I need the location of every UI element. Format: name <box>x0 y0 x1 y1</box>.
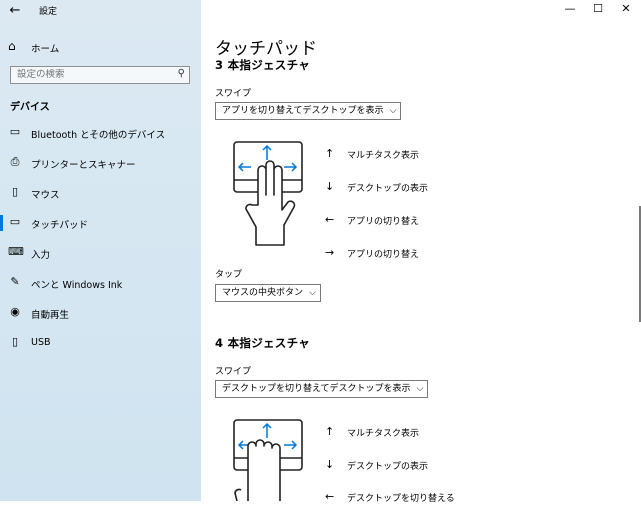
gesture-label: デスクトップを切り替える <box>347 494 455 504</box>
sidebar-item-label: 入力 <box>31 250 51 261</box>
keyboard-icon: ⌨ <box>8 245 24 258</box>
gesture-label: アプリの切り替え <box>347 217 420 227</box>
arrow-left-icon: ← <box>325 490 335 503</box>
main-content: タッチパッド 3 本指ジェスチャ スワイプ アプリを切り替えてデスクトップを表示… <box>201 0 641 504</box>
sidebar-item-label: ペンと Windows Ink <box>31 280 123 291</box>
gesture-label: デスクトップの表示 <box>347 184 429 194</box>
four-finger-gesture-illustration <box>233 419 303 501</box>
mouse-icon: ▯ <box>11 185 19 198</box>
sidebar-item-touchpad[interactable]: ▭ タッチパッド <box>0 212 201 234</box>
sidebar-item-bluetooth[interactable]: ▭ Bluetooth とその他のデバイス <box>0 122 201 144</box>
sidebar-item-printers[interactable]: ⎙ プリンターとスキャナー <box>0 152 201 174</box>
app-title: 設定 <box>39 7 58 17</box>
three-finger-swipe-dropdown[interactable]: アプリを切り替えてデスクトップを表示 ⌵ <box>215 102 402 120</box>
gesture-label: マルチタスク表示 <box>347 429 420 439</box>
three-finger-swipe-label: スワイプ <box>215 89 252 99</box>
sidebar-item-label: マウス <box>31 190 60 201</box>
sidebar-item-mouse[interactable]: ▯ マウス <box>0 182 201 204</box>
printer-icon: ⎙ <box>10 155 20 168</box>
search-icon[interactable]: ⚲ <box>178 68 185 79</box>
sidebar-item-label: タッチパッド <box>31 220 89 231</box>
chevron-down-icon: ⌵ <box>416 384 424 394</box>
arrow-up-icon: ↑ <box>325 147 335 160</box>
arrow-down-icon: ↓ <box>325 458 335 471</box>
three-finger-tap-label: タップ <box>215 270 243 280</box>
chevron-down-icon: ⌵ <box>389 106 397 116</box>
back-arrow-icon: ← <box>9 3 21 18</box>
sidebar-item-label: Bluetooth とその他のデバイス <box>31 130 166 141</box>
sidebar-item-usb[interactable]: ▯ USB <box>0 332 201 354</box>
sidebar-item-home[interactable]: ⌂ ホーム <box>0 36 201 58</box>
arrow-right-icon: → <box>325 246 335 259</box>
gesture-label: アプリの切り替え <box>347 250 420 260</box>
four-finger-swipe-dropdown[interactable]: デスクトップを切り替えてデスクトップを表示 ⌵ <box>215 380 429 398</box>
arrow-up-icon: ↑ <box>325 425 335 438</box>
sidebar-item-pen[interactable]: ✎ ペンと Windows Ink <box>0 272 201 294</box>
usb-icon: ▯ <box>11 335 19 348</box>
sidebar-item-label: プリンターとスキャナー <box>31 160 136 171</box>
page-title: タッチパッド <box>215 39 317 59</box>
four-finger-swipe-label: スワイプ <box>215 367 252 377</box>
dropdown-value: デスクトップを切り替えてデスクトップを表示 <box>222 384 411 394</box>
three-finger-gesture-illustration <box>233 141 303 246</box>
arrow-down-icon: ↓ <box>325 180 335 193</box>
sidebar-item-label: 自動再生 <box>31 310 70 321</box>
sidebar-item-autoplay[interactable]: ◉ 自動再生 <box>0 302 201 324</box>
sidebar-item-label: ホーム <box>31 44 60 55</box>
arrow-left-icon: ← <box>325 213 335 226</box>
dropdown-value: アプリを切り替えてデスクトップを表示 <box>222 106 384 116</box>
sidebar: ← 設定 ⌂ ホーム ⚲ デバイス ▭ Bluetooth とその他のデバイス … <box>0 0 201 501</box>
sidebar-item-label: USB <box>31 337 51 348</box>
three-finger-tap-dropdown[interactable]: マウスの中央ボタン ⌵ <box>215 284 321 302</box>
home-icon: ⌂ <box>8 39 16 53</box>
gesture-label: デスクトップの表示 <box>347 462 429 472</box>
three-finger-heading: 3 本指ジェスチャ <box>215 58 311 72</box>
autoplay-icon: ◉ <box>10 305 20 318</box>
chevron-down-icon: ⌵ <box>309 288 316 298</box>
search-box[interactable]: ⚲ <box>10 66 190 84</box>
title-bar-left: ← 設定 <box>0 0 201 22</box>
bluetooth-icon: ▭ <box>9 125 21 138</box>
pen-icon: ✎ <box>10 275 20 288</box>
gesture-label: マルチタスク表示 <box>347 151 420 161</box>
dropdown-value: マウスの中央ボタン <box>222 288 304 298</box>
sidebar-item-typing[interactable]: ⌨ 入力 <box>0 242 201 264</box>
four-finger-heading: 4 本指ジェスチャ <box>215 336 311 350</box>
search-input[interactable] <box>17 69 167 80</box>
back-button[interactable]: ← <box>6 2 24 20</box>
section-heading: デバイス <box>10 102 50 113</box>
touchpad-icon: ▭ <box>9 215 21 228</box>
